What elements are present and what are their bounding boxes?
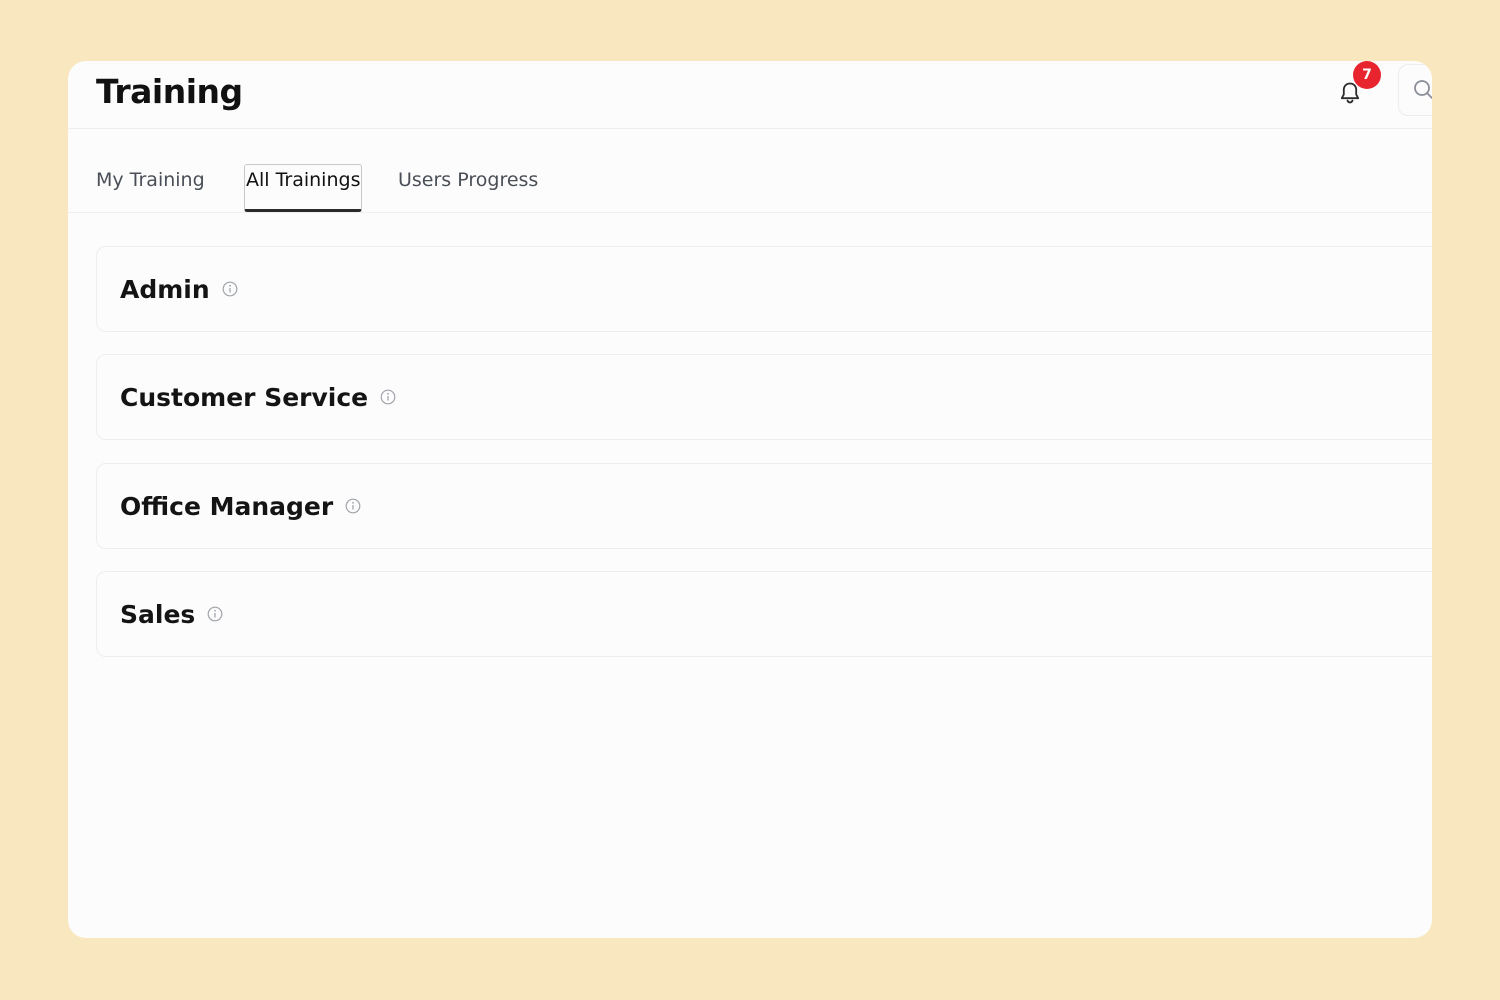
info-icon[interactable] — [222, 281, 238, 297]
page-title: Training — [96, 72, 243, 111]
search-button[interactable] — [1398, 64, 1432, 116]
notification-badge: 7 — [1353, 61, 1381, 89]
search-icon — [1414, 80, 1432, 99]
tab-bar: My Training All Trainings Users Progress — [68, 129, 1432, 213]
group-title: Admin — [120, 274, 210, 304]
tab-my-training[interactable]: My Training — [96, 169, 205, 191]
group-row-customer-service[interactable]: Customer Service — [96, 354, 1432, 440]
info-icon[interactable] — [345, 498, 361, 514]
group-title: Customer Service — [120, 382, 369, 412]
group-row-sales[interactable]: Sales — [96, 571, 1432, 657]
info-icon[interactable] — [380, 389, 396, 405]
group-row-office-manager[interactable]: Office Manager — [96, 463, 1432, 549]
tab-all-trainings[interactable]: All Trainings — [244, 164, 363, 212]
training-window: Training 7 My Training All Trainings Use… — [68, 61, 1432, 938]
group-row-admin[interactable]: Admin — [96, 246, 1432, 332]
page-header: Training 7 — [68, 61, 1432, 129]
group-title: Sales — [120, 599, 196, 629]
tab-users-progress[interactable]: Users Progress — [398, 169, 538, 191]
info-icon[interactable] — [207, 606, 223, 622]
group-title: Office Manager — [120, 491, 334, 521]
